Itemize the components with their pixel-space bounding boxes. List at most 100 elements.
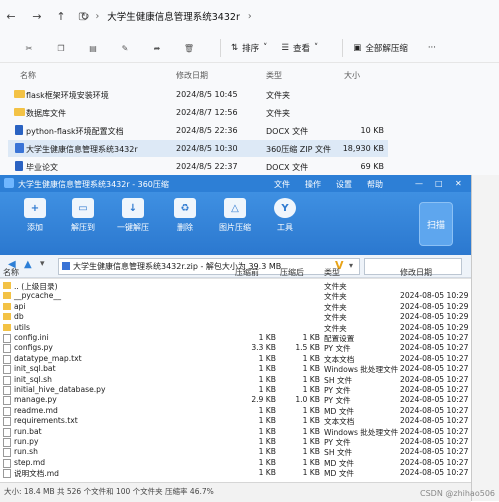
column-type[interactable]: 类型 — [324, 267, 340, 278]
menu-help[interactable]: 帮助 — [367, 179, 383, 190]
minimize-icon[interactable]: — — [415, 179, 423, 188]
column-modified[interactable]: 修改日期 — [400, 267, 432, 278]
file-compressed-size: 1 KB — [302, 353, 320, 363]
column-type[interactable]: 类型 — [266, 70, 282, 81]
file-size: 69 KB — [360, 162, 384, 171]
folder-icon — [14, 90, 25, 98]
table-row[interactable]: python-flask环境配置文档 2024/8/5 22:36 DOCX 文… — [8, 122, 388, 139]
delete-icon[interactable]: 🗑 — [178, 37, 200, 59]
image-compress-label: 图片压缩 — [219, 223, 251, 232]
add-icon: + — [24, 198, 46, 218]
table-row[interactable]: 毕业论文 2024/8/5 22:37 DOCX 文件 69 KB — [8, 158, 388, 175]
column-name[interactable]: 名称 — [20, 70, 36, 81]
maximize-icon[interactable]: □ — [435, 179, 443, 188]
table-row[interactable]: db 文件夹 2024-08-05 10:29 — [0, 312, 470, 322]
menu-settings[interactable]: 设置 — [336, 179, 352, 190]
more-button[interactable]: ··· — [428, 43, 436, 53]
view-button[interactable]: ☰ 查看 ˅ — [281, 42, 318, 54]
file-name: initial_hive_database.py — [14, 385, 106, 394]
tools-button[interactable]: Y 工具 — [262, 198, 308, 233]
table-row[interactable]: requirements.txt 1 KB 1 KB 文本文档 2024-08-05 1… — [0, 416, 470, 427]
copy-icon[interactable]: ❐ — [50, 37, 72, 59]
table-row[interactable]: run.sh 1 KB 1 KB SH 文件 2024-08-05 10:27 — [0, 447, 470, 458]
delete-button[interactable]: ♻ 删除 — [162, 198, 208, 233]
column-name[interactable]: 名称 — [3, 267, 19, 278]
menu-operate[interactable]: 操作 — [305, 179, 321, 190]
window-title: 大学生健康信息管理系统3432r - 360压缩 — [18, 180, 169, 189]
file-date: 2024-08-05 10:27 — [400, 343, 469, 353]
rename-icon[interactable]: ✎ — [114, 37, 136, 59]
file-type: MD 文件 — [324, 458, 355, 468]
folder-icon — [3, 282, 11, 289]
table-row-selected[interactable]: 大学生健康信息管理系统3432r 2024/8/5 10:30 360压缩 ZI… — [8, 140, 388, 157]
close-icon[interactable]: ✕ — [455, 179, 462, 188]
table-row[interactable]: step.md 1 KB 1 KB MD 文件 2024-08-05 10:27 — [0, 458, 470, 468]
scan-button[interactable]: 扫描 — [419, 202, 453, 246]
file-compressed-size: 1.0 KB — [295, 395, 320, 405]
one-click-extract-button[interactable]: ↓ 一键解压 — [110, 198, 156, 233]
cut-icon[interactable]: ✂ — [18, 37, 40, 59]
sort-button[interactable]: ⇅ 排序 ˅ — [231, 42, 267, 54]
file-name: requirements.txt — [14, 416, 78, 426]
table-row[interactable]: manage.py 2.9 KB 1.0 KB PY 文件 2024-08-05 10:… — [0, 395, 470, 406]
add-button[interactable]: + 添加 — [12, 198, 58, 233]
table-row[interactable]: datatype_map.txt 1 KB 1 KB 文本文档 2024-08-05 1… — [0, 354, 470, 364]
column-packed[interactable]: 压缩前 — [235, 267, 259, 278]
scrollbar[interactable] — [472, 175, 499, 501]
explorer-toolbar: ✂ ❐ ▤ ✎ ➦ 🗑 ⇅ 排序 ˅ ☰ 查看 ˅ ▣ 全部解压缩 ··· — [0, 34, 499, 63]
zip-titlebar: 大学生健康信息管理系统3432r - 360压缩 文件 操作 设置 帮助 — □… — [0, 175, 471, 192]
back-button[interactable]: ← — [0, 5, 22, 27]
table-row[interactable]: api 文件夹 2024-08-05 10:29 — [0, 302, 470, 312]
forward-button[interactable]: → — [26, 5, 48, 27]
image-compress-icon: △ — [224, 198, 246, 218]
one-click-extract-icon: ↓ — [122, 198, 144, 218]
table-row[interactable]: readme.md 1 KB 1 KB MD 文件 2024-08-05 10:27 — [0, 406, 470, 416]
table-row[interactable]: __pycache__ 文件夹 2024-08-05 10:29 — [0, 291, 470, 301]
file-name: .. (上级目录) — [14, 282, 58, 291]
file-name: run.py — [14, 437, 39, 446]
file-name: step.md — [14, 457, 46, 467]
file-type: MD 文件 — [324, 469, 355, 479]
table-row[interactable]: initial_hive_database.py 1 KB 1 KB PY 文件 202… — [0, 385, 470, 395]
view-label: 查看 — [293, 44, 311, 54]
explorer-column-headers: 名称 修改日期 类型 大小 — [0, 68, 499, 82]
file-packed-size: 3.3 KB — [251, 343, 276, 353]
file-date: 2024-08-05 10:27 — [400, 353, 469, 363]
table-row[interactable]: init_sql.bat 1 KB 1 KB Windows 批处理文件 2024-08… — [0, 364, 470, 375]
table-row[interactable]: config.ini 1 KB 1 KB 配置设置 2024-08-05 10:27 — [0, 333, 470, 343]
column-modified[interactable]: 修改日期 — [176, 70, 208, 81]
table-row[interactable]: flask框架环境安装环境 2024/8/5 10:45 文件夹 — [8, 86, 388, 103]
file-packed-size: 2.9 KB — [251, 395, 276, 405]
file-packed-size: 1 KB — [258, 468, 276, 478]
paste-icon[interactable]: ▤ — [82, 37, 104, 59]
table-row[interactable]: run.py 1 KB 1 KB PY 文件 2024-08-05 10:27 — [0, 437, 470, 447]
file-compressed-size: 1 KB — [302, 437, 320, 446]
file-icon — [3, 354, 11, 364]
file-icon — [3, 344, 11, 354]
file-type: 文件夹 — [324, 282, 347, 291]
file-explorer-window: ← → ↑ ↻ ▢ › 大学生健康信息管理系统3432r › ✂ ❐ ▤ ✎ ➦… — [0, 0, 499, 175]
breadcrumb-item[interactable]: 大学生健康信息管理系统3432r — [107, 9, 240, 23]
table-row[interactable]: 说明文档.md 1 KB 1 KB MD 文件 2024-08-05 10:27 — [0, 468, 470, 479]
file-compressed-size: 1 KB — [302, 468, 320, 478]
table-row[interactable]: 数据库文件 2024/8/7 12:56 文件夹 — [8, 104, 388, 121]
file-packed-size: 1 KB — [258, 437, 276, 446]
table-row[interactable]: .. (上级目录) 文件夹 — [0, 281, 470, 291]
table-row[interactable]: configs.py 3.3 KB 1.5 KB PY 文件 2024-08-05 10… — [0, 343, 470, 354]
table-row[interactable]: run.bat 1 KB 1 KB Windows 批处理文件 2024-08-05 1… — [0, 427, 470, 437]
file-icon — [3, 386, 11, 395]
extract-to-button[interactable]: ▭ 解压到 — [60, 198, 106, 233]
column-size[interactable]: 大小 — [344, 70, 360, 81]
breadcrumb[interactable]: ▢ › 大学生健康信息管理系统3432r › — [78, 6, 288, 26]
image-compress-button[interactable]: △ 图片压缩 — [212, 198, 258, 233]
extract-icon: ▣ — [353, 43, 362, 53]
up-button[interactable]: ↑ — [50, 5, 72, 27]
share-icon[interactable]: ➦ — [146, 37, 168, 59]
column-compressed[interactable]: 压缩后 — [280, 267, 304, 278]
table-row[interactable]: utils 文件夹 2024-08-05 10:29 — [0, 323, 470, 333]
file-name: __pycache__ — [14, 291, 61, 301]
extract-all-button[interactable]: ▣ 全部解压缩 — [353, 42, 408, 54]
menu-file[interactable]: 文件 — [274, 179, 290, 190]
table-row[interactable]: init_sql.sh 1 KB 1 KB SH 文件 2024-08-05 10:27 — [0, 375, 470, 385]
file-compressed-size: 1 KB — [302, 374, 320, 384]
